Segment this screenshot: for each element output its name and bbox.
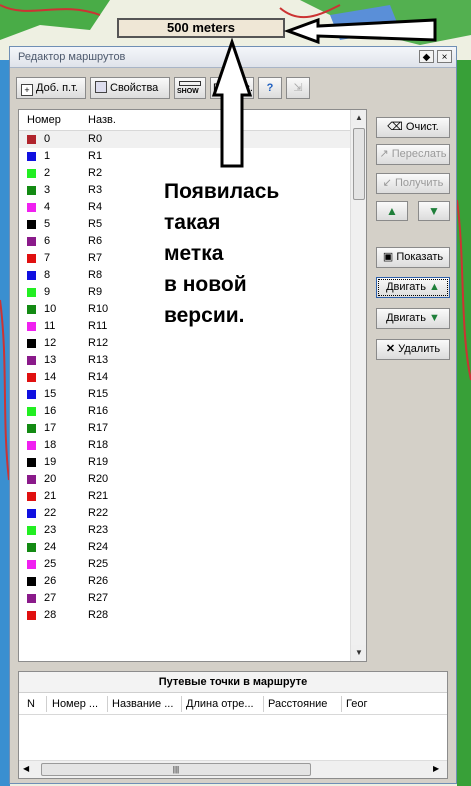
arrow-left-icon xyxy=(283,17,437,45)
annotation-text: Появилась такая метка в новой версии. xyxy=(160,174,298,333)
annotation-arrows xyxy=(211,17,437,168)
arrow-up-annotation-icon xyxy=(211,37,253,168)
